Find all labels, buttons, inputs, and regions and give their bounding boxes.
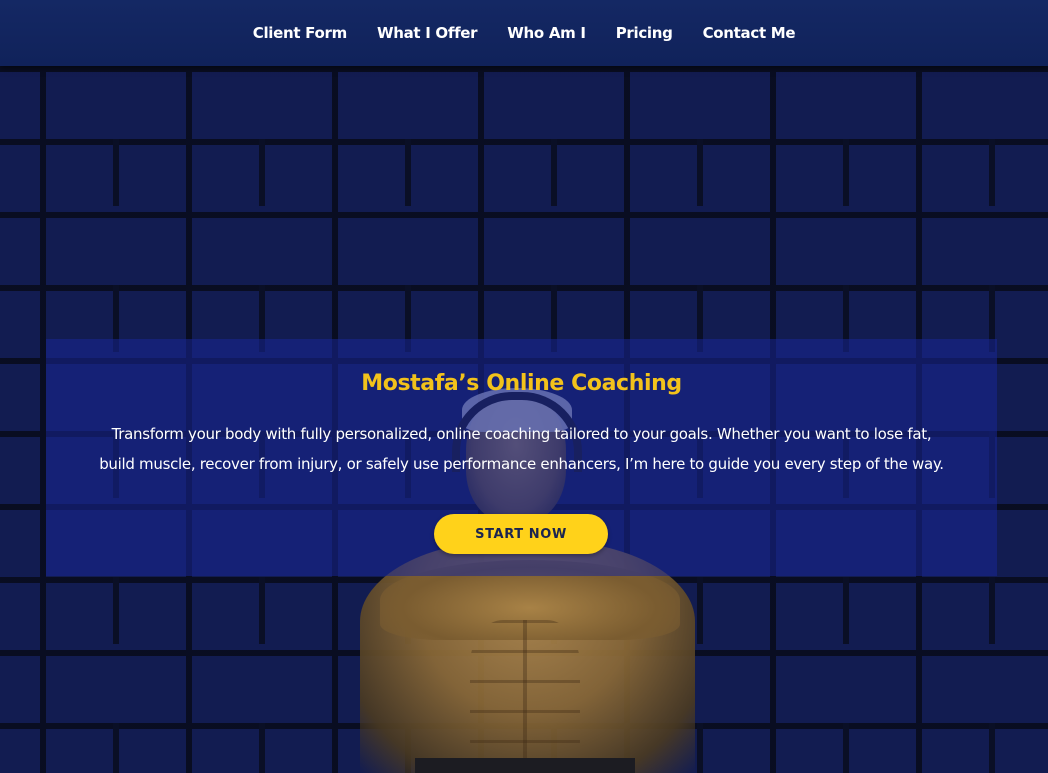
nav-link-pricing[interactable]: Pricing [616,24,673,42]
nav-link-contact-me[interactable]: Contact Me [703,24,796,42]
nav-link-who-am-i[interactable]: Who Am I [507,24,586,42]
nav-item-what-i-offer: What I Offer [377,24,478,43]
nav-item-pricing: Pricing [616,24,673,43]
coach-shorts [415,758,635,773]
nav-item-client-form: Client Form [253,24,348,43]
hero-description: Transform your body with fully personali… [99,425,944,473]
hero-overlay-box: Mostafa’s Online Coaching Transform your… [46,339,997,576]
coach-abs [470,620,580,770]
nav-item-who-am-i: Who Am I [507,24,586,43]
nav-link-client-form[interactable]: Client Form [253,24,348,42]
nav-item-contact-me: Contact Me [703,24,796,43]
top-navbar: Client Form What I Offer Who Am I Pricin… [0,0,1048,66]
hero-title: Mostafa’s Online Coaching [361,371,682,396]
start-now-button[interactable]: START NOW [434,514,608,554]
nav-link-what-i-offer[interactable]: What I Offer [377,24,478,42]
nav-menu: Client Form What I Offer Who Am I Pricin… [253,24,796,43]
page: Client Form What I Offer Who Am I Pricin… [0,0,1048,773]
